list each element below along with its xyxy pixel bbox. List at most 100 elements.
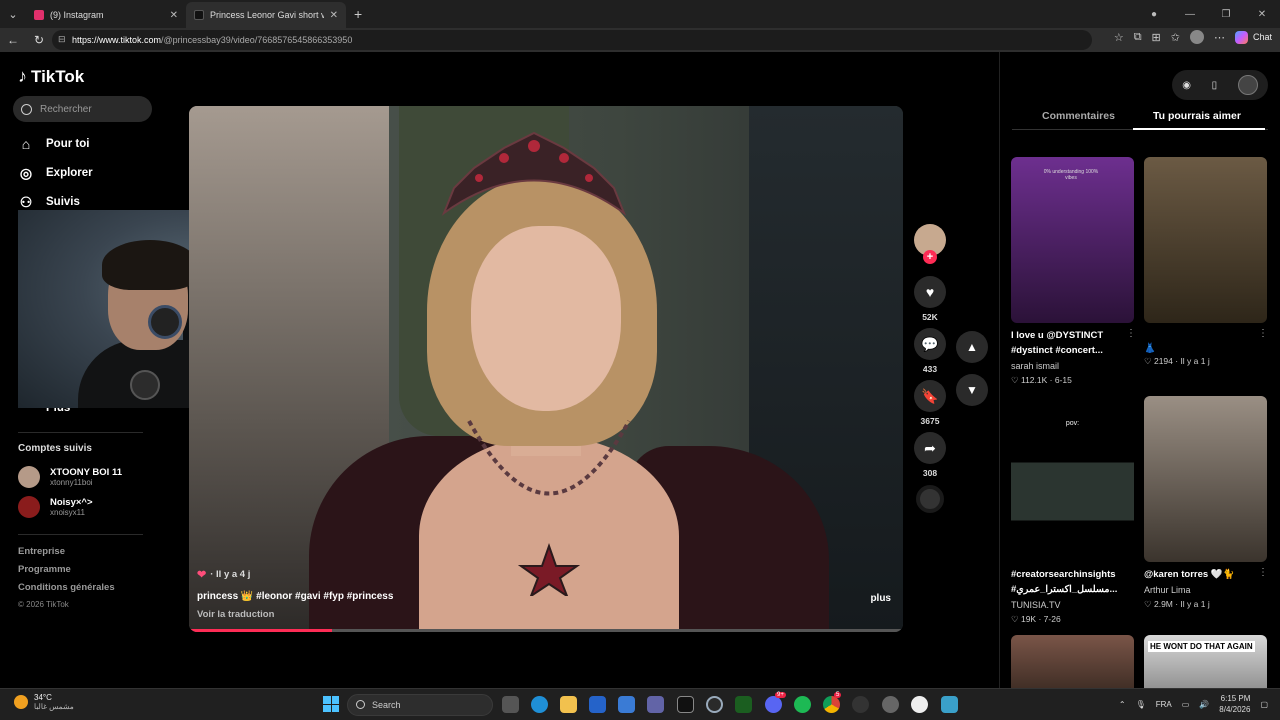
footer-link-program[interactable]: Programme [18,564,71,575]
card-stats: ♡ 2.9M · Il y a 1 j [1144,599,1210,609]
comment-button[interactable]: 💬 [914,328,946,360]
translate-link[interactable]: Voir la traduction [197,609,274,620]
profile-avatar[interactable] [1189,30,1204,44]
back-icon[interactable]: ← [0,33,26,47]
next-video-button[interactable]: ▼ [956,374,988,406]
notepad-icon[interactable] [941,696,958,713]
device-icon[interactable]: ▯ [1212,80,1218,91]
following-item[interactable]: XTOONY BOI 11 xtonny11boi [18,466,122,488]
app-icon[interactable] [706,696,723,713]
language-indicator[interactable]: FRA [1156,700,1172,709]
video-player[interactable]: ❤ · Il y a 4 j princess 👑 #leonor #gavi … [189,106,903,632]
media-player-icon[interactable] [911,696,928,713]
reload-icon[interactable]: ↻ [26,33,52,47]
save-button[interactable]: 🔖 [914,380,946,412]
extensions-icon[interactable]: ⧉ [1134,31,1142,44]
nav-following[interactable]: ⚇ Suivis [18,194,80,210]
tab-tiktok[interactable]: Princess Leonor Gavi short video ✕ [186,2,346,28]
teams-icon[interactable] [647,696,664,713]
previous-video-button[interactable]: ▲ [956,331,988,363]
system-tray: ⌃ 🎙 FRA ▭ 🔊 6:15 PM 8/4/2026 ▢ [1119,693,1268,715]
card-author[interactable]: TUNISIA.TV [1011,600,1061,610]
favorites-icon[interactable]: ✩ [1171,31,1180,44]
footer-link-business[interactable]: Entreprise [18,546,65,557]
following-item[interactable]: Noisy×^> xnoisyx11 [18,496,93,518]
tab-comments[interactable]: Commentaires [1042,110,1115,122]
card-more-icon[interactable]: ⋮ [1258,567,1268,578]
tab-suggested[interactable]: Tu pourrais aimer [1153,110,1241,122]
close-window-button[interactable]: ✕ [1244,9,1280,20]
avatar [18,496,40,518]
like-count: 52K [922,312,938,322]
compass-icon[interactable]: ◉ [1182,80,1191,91]
video-thumbnail[interactable]: pov: [1011,396,1134,562]
caption-more-button[interactable]: plus [870,593,891,604]
card-author[interactable]: sarah ismail [1011,361,1059,371]
tab-instagram[interactable]: (9) Instagram ✕ [26,2,186,28]
microphone-icon[interactable]: 🎙 [1136,700,1146,709]
close-tab-icon[interactable]: ✕ [330,10,338,21]
user-avatar[interactable] [1237,75,1258,95]
more-menu-icon[interactable]: ⋯ [1214,31,1225,44]
profile-icon[interactable]: ● [1136,9,1172,20]
windows-start-icon[interactable] [323,696,339,712]
taskbar-search[interactable]: Search [347,694,493,716]
video-caption[interactable]: princess 👑 #leonor #gavi #fyp #princess [197,591,393,602]
chevron-up-icon[interactable]: ⌃ [1119,700,1126,709]
video-thumbnail[interactable] [1144,396,1267,562]
nav-for-you[interactable]: ⌂ Pour toi [18,136,90,152]
card-title[interactable]: I love u @DYSTINCT #dystinct #concert... [1011,328,1129,358]
outlook-icon[interactable] [589,696,606,713]
new-tab-button[interactable]: + [354,6,362,22]
minimize-button[interactable]: — [1172,9,1208,20]
tiktok-logo[interactable]: ♪ TikTok [18,66,84,87]
video-thumbnail[interactable]: 0% understanding 100% vibes [1011,157,1134,323]
nav-explore[interactable]: ◎ Explorer [18,165,93,181]
task-view-icon[interactable] [502,696,519,713]
site-info-icon[interactable]: ⊟ [58,34,66,45]
follow-plus-icon[interactable]: + [923,250,937,264]
spotify-icon[interactable] [794,696,811,713]
edge-icon[interactable] [531,696,548,713]
discord-icon[interactable] [765,696,782,713]
clock[interactable]: 6:15 PM 8/4/2026 [1219,693,1250,715]
settings-icon[interactable] [882,696,899,713]
favorite-star-icon[interactable]: ☆ [1114,31,1124,44]
url-field[interactable]: ⊟ https://www.tiktok.com/@princessbay39/… [52,30,1092,50]
share-button[interactable]: ➦ [914,432,946,464]
obs-icon[interactable] [852,696,869,713]
video-progress-bar[interactable] [189,629,903,632]
notifications-icon[interactable]: ▢ [1260,700,1268,709]
network-icon[interactable]: ▭ [1182,700,1190,709]
footer-link-terms[interactable]: Conditions générales [18,582,115,593]
comment-icon: 💬 [921,335,939,352]
tab-actions-menu[interactable]: ⌄ [0,0,26,28]
card-more-icon[interactable]: ⋮ [1126,328,1136,339]
card-title[interactable]: #creatorsearchinsights #مسلسل_اكسترا_عمر… [1011,567,1129,597]
copilot-chat-button[interactable]: Chat [1234,30,1272,44]
maximize-button[interactable]: ❐ [1208,9,1244,20]
search-input[interactable]: Rechercher [13,96,152,122]
necklace [467,420,631,596]
chrome-icon[interactable] [823,696,840,713]
video-thumbnail[interactable]: HE WONT DO THAT AGAIN [1144,635,1267,688]
account-handle: xnoisyx11 [50,508,85,517]
card-title[interactable]: @karen torres 🤍🐈 [1144,567,1262,582]
nvidia-icon[interactable] [735,696,752,713]
volume-icon[interactable]: 🔊 [1199,700,1209,709]
card-author[interactable]: Arthur Lima [1144,585,1191,595]
following-section-title: Comptes suivis [18,443,92,454]
video-thumbnail[interactable] [1011,635,1134,688]
card-more-icon[interactable]: ⋮ [1258,328,1268,339]
card-title[interactable]: 👗 [1144,341,1262,356]
file-explorer-icon[interactable] [560,696,577,713]
video-thumbnail[interactable] [1144,157,1267,323]
music-disc-icon[interactable] [916,485,944,513]
like-button[interactable]: ♥ [914,276,946,308]
close-tab-icon[interactable]: ✕ [170,10,178,21]
terminal-icon[interactable] [677,696,694,713]
split-screen-icon[interactable]: ⊞ [1152,31,1161,44]
weather-widget[interactable]: 34°C مشمس غالبا [14,693,74,711]
store-icon[interactable] [618,696,635,713]
right-panel: ◉ ▯ Commentaires Tu pourrais aimer 0% un… [999,52,1280,688]
